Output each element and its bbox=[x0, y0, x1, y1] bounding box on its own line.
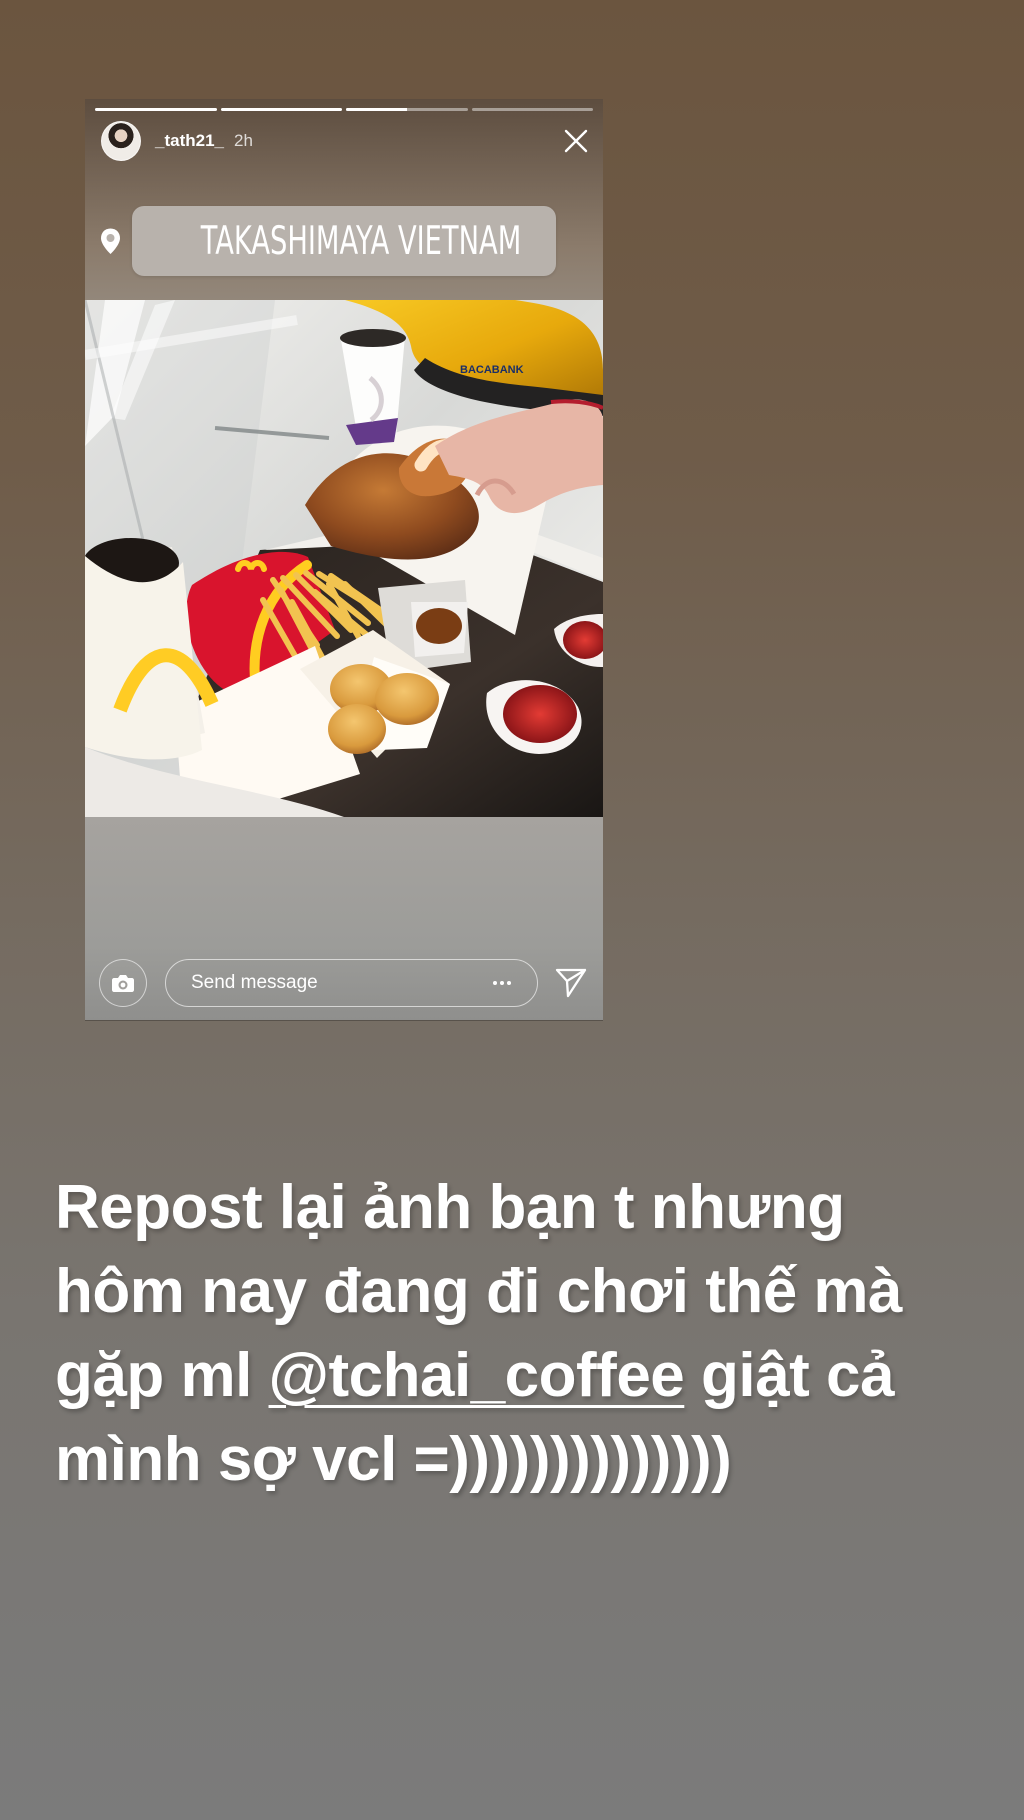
username-link[interactable]: _tath21_ bbox=[155, 131, 224, 151]
avatar[interactable] bbox=[101, 121, 141, 161]
send-button[interactable] bbox=[553, 965, 589, 1001]
story-progress-bar bbox=[471, 108, 593, 111]
story-progress-bar bbox=[346, 108, 468, 111]
map-pin-icon bbox=[99, 226, 122, 256]
camera-icon bbox=[112, 975, 134, 992]
story-progress-bar bbox=[220, 108, 342, 111]
story-progress-fill bbox=[346, 108, 407, 111]
story-card: _tath21_ 2h TAKASHIMAYA VIETNAM BACABANK… bbox=[85, 99, 603, 1020]
story-progress-bars bbox=[95, 108, 593, 111]
more-options-icon[interactable] bbox=[489, 971, 515, 995]
story-photo: BACABANK bbox=[85, 300, 603, 817]
story-time-ago: 2h bbox=[233, 131, 253, 150]
story-caption: Repost lại ảnh bạn t nhưng hôm nay đang … bbox=[55, 1166, 985, 1502]
story-progress-fill bbox=[95, 108, 217, 111]
location-sticker[interactable]: TAKASHIMAYA VIETNAM bbox=[100, 206, 556, 276]
camera-button[interactable] bbox=[99, 959, 147, 1007]
story-header: _tath21_ 2h bbox=[101, 121, 253, 161]
close-button[interactable] bbox=[561, 126, 591, 156]
message-placeholder: Send message bbox=[191, 972, 318, 993]
close-icon bbox=[564, 129, 588, 153]
story-footer: Send message bbox=[99, 959, 589, 1009]
mention-link[interactable]: @tchai_coffee bbox=[269, 1341, 685, 1410]
caption-line: Repost lại ảnh bạn t nhưng bbox=[55, 1173, 845, 1242]
caption-line: mình sợ vcl =)))))))))))))) bbox=[55, 1425, 732, 1494]
caption-text: giật cả bbox=[684, 1341, 894, 1410]
story-progress-fill bbox=[220, 108, 342, 111]
story-progress-bar bbox=[95, 108, 217, 111]
send-message-input[interactable]: Send message bbox=[165, 959, 538, 1007]
location-label: TAKASHIMAYA VIETNAM bbox=[200, 218, 521, 264]
send-icon bbox=[555, 968, 587, 998]
caption-text: gặp ml bbox=[55, 1341, 269, 1410]
caption-line: gặp ml @tchai_coffee giật cả bbox=[55, 1334, 985, 1418]
caption-line: hôm nay đang đi chơi thế mà bbox=[55, 1257, 903, 1326]
svg-text:BACABANK: BACABANK bbox=[460, 364, 524, 376]
